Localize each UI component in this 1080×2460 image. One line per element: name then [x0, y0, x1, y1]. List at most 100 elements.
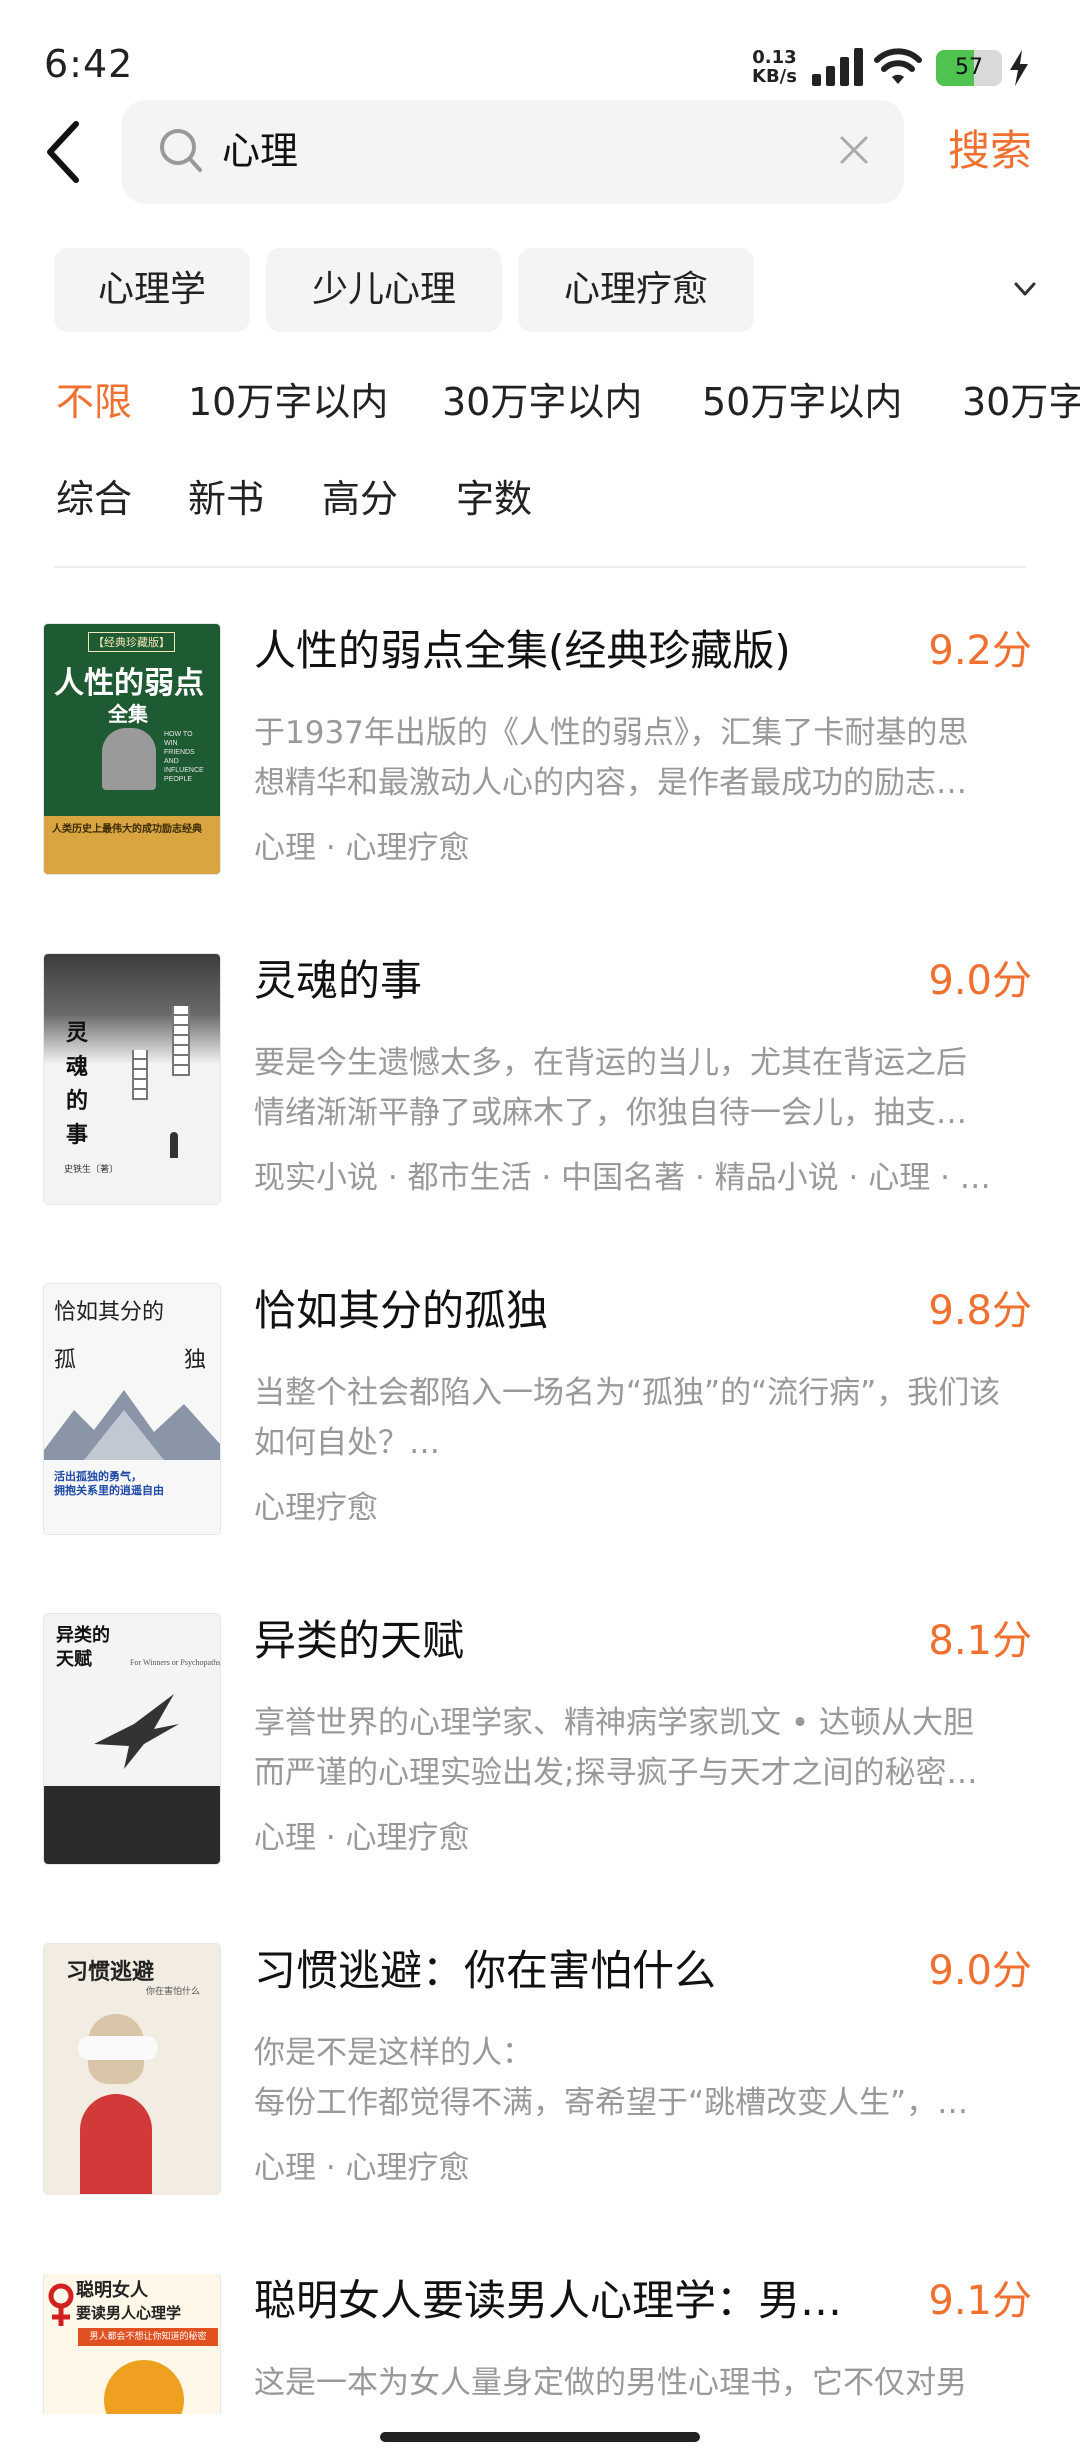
- cover-tagline-line: 活出孤独的勇气，: [54, 1470, 142, 1483]
- book-cover: 习惯逃避 你在害怕什么: [44, 1944, 220, 2194]
- cover-circle: [104, 2360, 184, 2414]
- book-tags: 心理 · 心理疗愈: [254, 830, 470, 866]
- book-score: 9.1分: [928, 2278, 1032, 2324]
- description-line: 这是一本为女人量身定做的男性心理书，它不仅对男: [254, 2365, 967, 2401]
- book-cover: 异类的 天赋 For Winners or Psychopaths: [44, 1614, 220, 1864]
- cover-title: 聪明女人 要读男人心理学: [76, 2280, 181, 2324]
- cover-ladder: [132, 1050, 148, 1100]
- description-line: 情绪渐渐平静了或麻木了，你独自待一会儿，抽支…: [254, 1095, 967, 1131]
- description-line: 于1937年出版的《人性的弱点》，汇集了卡耐基的思: [254, 715, 969, 751]
- description-line: 每份工作都觉得不满，寄希望于“跳槽改变人生”，…: [254, 2085, 969, 2121]
- search-query[interactable]: 心理: [222, 124, 298, 178]
- cover-title: 习惯逃避: [66, 1959, 155, 1985]
- word-filter-unlimited[interactable]: 不限: [56, 372, 132, 432]
- category-chip[interactable]: 心理学: [54, 248, 250, 332]
- cover-english-line: HOW TO: [164, 731, 193, 738]
- cover-title-left: 孤: [54, 1348, 77, 1373]
- divider: [54, 566, 1026, 568]
- book-list-item[interactable]: 习惯逃避 你在害怕什么 习惯逃避：你在害怕什么 9.0分 你是不是这样的人： 每…: [0, 1944, 1080, 2274]
- book-description: 享誉世界的心理学家、精神病学家凯文 • 达顿从大胆 而严谨的心理实验出发;探寻疯…: [254, 1698, 1030, 1798]
- status-time: 6:42: [44, 42, 134, 86]
- book-title[interactable]: 习惯逃避：你在害怕什么: [254, 1940, 904, 2002]
- network-speed-value: 0.13: [752, 47, 797, 68]
- cover-mountains: [44, 1390, 220, 1460]
- description-line: 而严谨的心理实验出发;探寻疯子与天才之间的秘密…: [254, 1755, 978, 1791]
- book-title[interactable]: 灵魂的事: [254, 950, 904, 1012]
- book-list-item[interactable]: 聪明女人 要读男人心理学 男人都会不想让你知道的秘密 聪明女人要读男人心理学：男…: [0, 2274, 1080, 2414]
- sort-comprehensive[interactable]: 综合: [56, 468, 132, 530]
- word-filter-500k[interactable]: 50万字以内: [702, 372, 902, 432]
- sort-high-score[interactable]: 高分: [322, 468, 398, 530]
- cover-figure: [170, 1132, 178, 1158]
- charging-bolt-icon: [1010, 50, 1028, 86]
- book-list-item[interactable]: 【经典珍藏版】 人性的弱点 全集 HOW TO WIN FRIENDS AND …: [0, 624, 1080, 954]
- cover-english-line: PEOPLE: [164, 776, 193, 783]
- cover-badge: 【经典珍藏版】: [88, 632, 175, 652]
- word-filter-300k-plus[interactable]: 30万字: [962, 372, 1080, 432]
- cover-subtitle: 全集: [108, 702, 148, 726]
- cover-english-title: HOW TO WIN FRIENDS AND INFLUENCE PEOPLE: [164, 730, 204, 784]
- cover-portrait: [102, 728, 156, 790]
- network-speed-unit: KB/s: [752, 66, 797, 87]
- book-title[interactable]: 聪明女人要读男人心理学：男…: [254, 2274, 904, 2332]
- cover-english-line: INFLUENCE: [164, 767, 204, 774]
- description-line: 你是不是这样的人：: [254, 2035, 533, 2071]
- cover-title-top: 恰如其分的: [54, 1300, 165, 1325]
- cover-subtitle: 你在害怕什么: [146, 1987, 201, 1997]
- battery-level: 57: [955, 55, 983, 80]
- network-speed: 0.13 KB/s: [752, 48, 797, 86]
- cover-tagline: 活出孤独的勇气， 拥抱关系里的逍遥自由: [54, 1470, 164, 1498]
- cover-title-line: 异类的: [56, 1625, 110, 1646]
- search-input[interactable]: 心理: [122, 100, 904, 204]
- description-line: 当整个社会都陷入一场名为“孤独”的“流行病”，我们该: [254, 1375, 1001, 1411]
- search-button[interactable]: 搜索: [948, 122, 1032, 180]
- book-tags: 心理 · 心理疗愈: [254, 2150, 470, 2186]
- cover-bird-illustration: [94, 1694, 179, 1769]
- cover-title-char: 灵: [66, 1020, 89, 1046]
- description-line: 如何自处？…: [254, 1425, 440, 1461]
- book-title[interactable]: 人性的弱点全集(经典珍藏版): [254, 620, 904, 682]
- cover-body: [80, 2094, 152, 2194]
- description-line: 想精华和最激动人心的内容，是作者最成功的励志…: [254, 765, 967, 801]
- word-filter-100k[interactable]: 10万字以内: [188, 372, 388, 432]
- search-icon: [160, 129, 202, 172]
- cover-slogan: 人类历史上最伟大的成功励志经典: [52, 824, 202, 835]
- book-tags: 心理 · 心理疗愈: [254, 1820, 470, 1856]
- chevron-down-icon[interactable]: [1010, 278, 1040, 302]
- book-list-item[interactable]: 异类的 天赋 For Winners or Psychopaths 异类的天赋 …: [0, 1614, 1080, 1944]
- cover-title-line: 天赋: [56, 1649, 92, 1670]
- cover-title-line: 要读男人心理学: [76, 2304, 182, 2322]
- cover-banner: 男人都会不想让你知道的秘密: [78, 2328, 218, 2346]
- book-score: 8.1分: [928, 1618, 1032, 1664]
- book-cover: 【经典珍藏版】 人性的弱点 全集 HOW TO WIN FRIENDS AND …: [44, 624, 220, 874]
- sort-new[interactable]: 新书: [188, 468, 264, 530]
- book-description: 你是不是这样的人： 每份工作都觉得不满，寄希望于“跳槽改变人生”，…: [254, 2028, 1030, 2128]
- book-list-item[interactable]: 灵 魂 的 事 史铁生〔著〕 灵魂的事 9.0分 要是今生遗憾太多，在背运的当儿…: [0, 954, 1080, 1284]
- sort-word-count[interactable]: 字数: [456, 468, 532, 530]
- cover-english: For Winners or Psychopaths: [130, 1658, 220, 1667]
- home-indicator[interactable]: [380, 2432, 700, 2442]
- status-bar: 6:42 0.13 KB/s 57: [0, 0, 1080, 100]
- back-arrow-icon[interactable]: [40, 118, 84, 186]
- cover-english-line: AND: [164, 758, 179, 765]
- book-description: 当整个社会都陷入一场名为“孤独”的“流行病”，我们该 如何自处？…: [254, 1368, 1030, 1468]
- book-title[interactable]: 异类的天赋: [254, 1610, 904, 1672]
- cover-title: 异类的 天赋: [56, 1624, 110, 1672]
- clear-search-icon[interactable]: [836, 132, 872, 168]
- description-line: 享誉世界的心理学家、精神病学家凯文 • 达顿从大胆: [254, 1705, 974, 1741]
- book-cover: 灵 魂 的 事 史铁生〔著〕: [44, 954, 220, 1204]
- book-list-item[interactable]: 恰如其分的 孤 独 活出孤独的勇气， 拥抱关系里的逍遥自由 恰如其分的孤 独 9.…: [0, 1284, 1080, 1614]
- word-filter-300k[interactable]: 30万字以内: [442, 372, 642, 432]
- book-description: 这是一本为女人量身定做的男性心理书，它不仅对男: [254, 2358, 1030, 2414]
- book-score: 9.0分: [928, 1948, 1032, 1994]
- book-title[interactable]: 恰如其分的孤独: [254, 1280, 904, 1342]
- cover-ladder: [172, 1006, 190, 1076]
- description-line: 要是今生遗憾太多，在背运的当儿，尤其在背运之后: [254, 1045, 967, 1081]
- category-chip[interactable]: 少儿心理: [266, 248, 502, 332]
- cover-title-vertical: 灵 魂 的 事: [66, 1016, 88, 1152]
- cover-title-char: 的: [66, 1088, 89, 1114]
- category-chip[interactable]: 心理疗愈: [518, 248, 754, 332]
- cover-english-line: FRIENDS: [164, 749, 195, 756]
- cover-title-char: 魂: [66, 1054, 89, 1080]
- book-cover: 恰如其分的 孤 独 活出孤独的勇气， 拥抱关系里的逍遥自由: [44, 1284, 220, 1534]
